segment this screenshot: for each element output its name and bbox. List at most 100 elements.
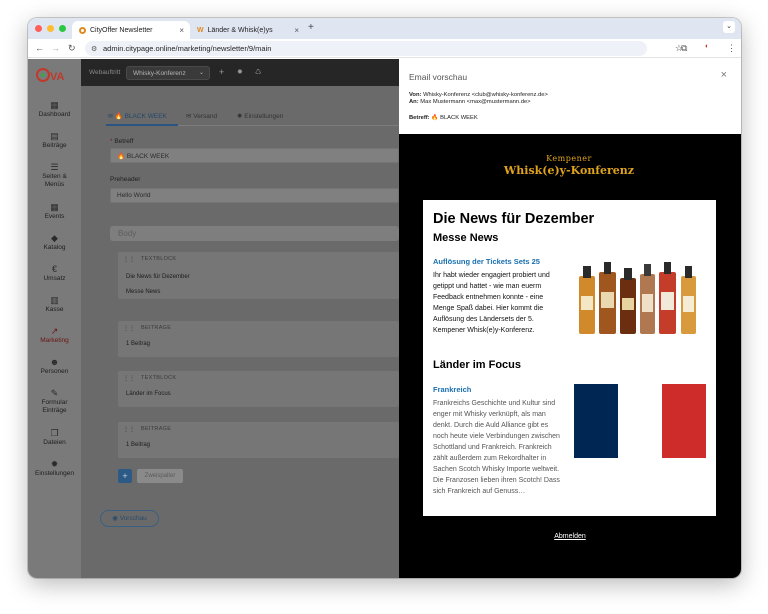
close-tab-icon[interactable]: ×: [179, 26, 184, 35]
editor-tabs: ✉ 🔥 BLACK WEEK ✉ Versand ✹ Einstellungen: [106, 112, 399, 126]
textblock-2[interactable]: ⋮⋮ TEXTBLOCK Länder im Focus: [118, 371, 399, 407]
tab-laender[interactable]: W Länder & Whisk(e)ys ×: [190, 21, 305, 39]
calendar-icon: ▦: [50, 202, 59, 212]
tab-versand[interactable]: ✉ Versand: [186, 112, 217, 120]
gear-icon: ✹: [50, 459, 59, 469]
article-text-tickets: Ihr habt wieder engagiert probiert und g…: [433, 272, 550, 334]
app-logo: VA: [36, 68, 65, 83]
tab-title: Länder & Whisk(e)ys: [207, 26, 273, 34]
mail-icon: ✉: [108, 114, 115, 120]
favicon-w-icon: W: [197, 26, 204, 34]
topbar-label: Webauftritt: [89, 69, 121, 76]
email-heading: Die News für Dezember: [433, 211, 595, 227]
textblock-1[interactable]: ⋮⋮ TEXTBLOCK Die News für Dezember Messe…: [118, 252, 399, 299]
sidebar-item-dashboard[interactable]: ▦ Dashboard: [28, 101, 81, 119]
people-icon: ☻: [49, 357, 60, 367]
close-window-button[interactable]: [35, 25, 42, 32]
svg-text:VA: VA: [50, 71, 65, 83]
from-line: Von: Whisky-Konferenz <club@whisky-konfe…: [409, 92, 548, 98]
forward-icon[interactable]: →: [51, 43, 60, 53]
tab-content[interactable]: ✉ 🔥 BLACK WEEK: [106, 112, 178, 126]
browser-toolbar: ← → ↻ ⚙ admin.citypage.online/marketing/…: [28, 39, 741, 58]
recycle-icon[interactable]: ♺: [255, 68, 261, 76]
section-heading-laender: Länder im Focus: [433, 359, 522, 371]
sidebar-item-katalog[interactable]: ◆ Katalog: [28, 234, 81, 252]
register-icon: ▥: [50, 295, 59, 305]
form-icon: ✎: [50, 388, 59, 398]
section-heading-messe: Messe News: [433, 232, 499, 244]
sidebar-item-marketing[interactable]: ↗ Marketing: [28, 327, 81, 345]
preview-title: Email vorschau: [409, 72, 468, 82]
article-link-tickets[interactable]: Auflösung der Tickets Sets 25: [433, 257, 540, 266]
subject-line: Betreff: 🔥 BLACK WEEK: [409, 115, 478, 121]
whisky-bottles-image: [579, 262, 696, 334]
extensions-icon[interactable]: ⧉: [681, 43, 687, 54]
eye-icon: ◉: [112, 515, 120, 522]
top-bar: Webauftritt Whisky-Konferenz ⌄ + ✹ ♺: [81, 59, 399, 86]
sidebar-item-seiten[interactable]: ☰ Seiten & Menüs: [28, 163, 81, 189]
tab-cityoffer[interactable]: CityOffer Newsletter ×: [72, 21, 190, 39]
sidebar-item-umsatz[interactable]: € Umsatz: [28, 265, 81, 283]
sidebar-item-einstellungen[interactable]: ✹ Einstellungen: [28, 460, 81, 478]
drag-handle-icon[interactable]: ⋮⋮: [123, 426, 135, 433]
sidebar-item-dateien[interactable]: ❐ Dateien: [28, 429, 81, 447]
maximize-window-button[interactable]: [59, 25, 66, 32]
drag-handle-icon[interactable]: ⋮⋮: [123, 375, 135, 382]
site-info-icon[interactable]: ⚙: [91, 45, 97, 53]
tag-icon: ◆: [51, 233, 58, 243]
profile-icon[interactable]: ◐: [705, 43, 709, 50]
beitraege-block-2[interactable]: ⋮⋮ BEITRAGE 1 Beitrag: [118, 422, 399, 458]
newsletter-editor: Webauftritt Whisky-Konferenz ⌄ + ✹ ♺ ✉ 🔥…: [81, 59, 399, 578]
unsubscribe-link[interactable]: Abmelden: [399, 533, 741, 540]
subject-input[interactable]: 🔥 BLACK WEEK: [110, 148, 399, 163]
browser-window: CityOffer Newsletter × W Länder & Whisk(…: [28, 18, 741, 578]
preheader-label: Preheader: [110, 176, 141, 183]
new-tab-icon[interactable]: +: [308, 22, 314, 33]
body-section: Body: [110, 226, 399, 241]
email-preview-panel: Email vorschau × Von: Whisky-Konferenz <…: [399, 59, 741, 578]
add-block-button[interactable]: +: [118, 469, 132, 483]
reload-icon[interactable]: ↻: [68, 43, 76, 54]
website-select[interactable]: Whisky-Konferenz ⌄: [126, 66, 210, 80]
article-text-frankreich: Frankreichs Geschichte und Kultur sind e…: [433, 400, 560, 495]
back-icon[interactable]: ←: [35, 43, 44, 53]
drag-handle-icon[interactable]: ⋮⋮: [123, 325, 135, 332]
browser-menu-icon[interactable]: ⋮: [727, 43, 736, 54]
beitraege-block-1[interactable]: ⋮⋮ BEITRAGE 1 Beitrag: [118, 321, 399, 357]
sidebar: VA ▦ Dashboard ▤ Beiträge ☰ Seiten & Menüs …: [28, 59, 81, 578]
minimize-window-button[interactable]: [47, 25, 54, 32]
dashboard-icon: ▦: [50, 100, 59, 110]
euro-icon: €: [51, 264, 57, 274]
tab-search-icon[interactable]: ⌄: [723, 21, 735, 33]
files-icon: ❐: [50, 428, 59, 438]
posts-icon: ▤: [50, 131, 59, 141]
drag-handle-icon[interactable]: ⋮⋮: [123, 256, 135, 263]
settings-icon[interactable]: ✹: [237, 68, 243, 76]
tab-title: CityOffer Newsletter: [90, 26, 153, 34]
tab-einstellungen[interactable]: ✹ Einstellungen: [237, 112, 283, 120]
sidebar-item-personen[interactable]: ☻ Personen: [28, 358, 81, 376]
menu-icon: ☰: [50, 162, 59, 172]
preview-button[interactable]: ◉ Vorschau: [100, 510, 159, 527]
address-bar[interactable]: ⚙ admin.citypage.online/marketing/newsle…: [85, 41, 683, 56]
close-tab-icon[interactable]: ×: [294, 26, 299, 35]
to-line: An: Max Mustermann <max@mustermann.de>: [409, 99, 531, 105]
sidebar-item-kasse[interactable]: ▥ Kasse: [28, 296, 81, 314]
article-link-frankreich[interactable]: Frankreich: [433, 385, 471, 394]
french-flag-image: [574, 384, 706, 458]
sidebar-item-formular[interactable]: ✎ Formular Einträge: [28, 389, 81, 415]
preview-header: Email vorschau × Von: Whisky-Konferenz <…: [399, 59, 741, 134]
twocol-button[interactable]: Zweispalter: [137, 469, 183, 483]
url-text: admin.citypage.online/marketing/newslett…: [103, 44, 272, 53]
chart-icon: ↗: [50, 326, 59, 336]
tab-bar: CityOffer Newsletter × W Länder & Whisk(…: [28, 18, 741, 39]
sidebar-item-beitraege[interactable]: ▤ Beiträge: [28, 132, 81, 150]
chevron-down-icon: ⌄: [198, 70, 204, 76]
add-icon[interactable]: +: [219, 67, 224, 77]
brand-logo: Kempener Whisk(e)y-Konferenz: [503, 154, 635, 177]
subject-label: * Betreff: [110, 138, 134, 145]
sidebar-item-events[interactable]: ▦ Events: [28, 203, 81, 221]
close-icon[interactable]: ×: [721, 69, 727, 81]
favicon-icon: [79, 26, 86, 34]
preheader-input[interactable]: Hello World: [110, 188, 399, 203]
